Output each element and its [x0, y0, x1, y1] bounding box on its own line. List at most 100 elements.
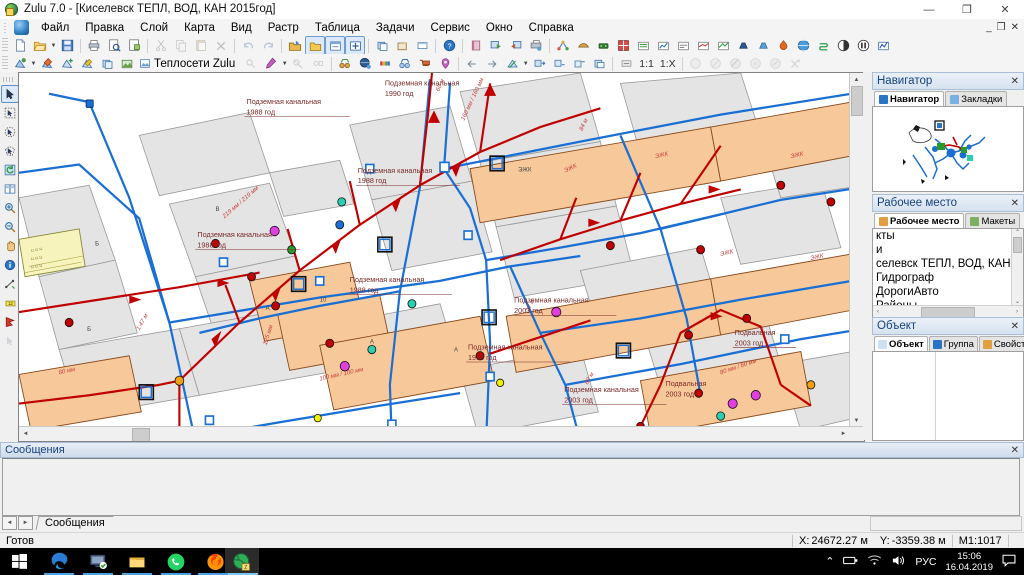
taskbar-explorer[interactable]	[118, 548, 156, 575]
edit-node-button[interactable]	[77, 54, 97, 73]
valve-green-button[interactable]	[593, 36, 613, 55]
menu-item-help[interactable]: Справка	[521, 20, 582, 36]
tab-group[interactable]: Группа	[928, 336, 978, 351]
binoculars-button[interactable]	[395, 54, 415, 73]
network-analysis-button[interactable]	[553, 36, 573, 55]
new-layout-button[interactable]	[392, 36, 412, 55]
save-button[interactable]	[57, 36, 77, 55]
messages-tab[interactable]: Сообщения	[35, 516, 114, 530]
workspace-scroll-up-button[interactable]: ⌃	[1012, 229, 1023, 236]
minimize-button[interactable]: —	[910, 0, 948, 19]
transparency-1-button[interactable]	[686, 54, 706, 73]
workspace-item-3[interactable]: Гидрограф	[873, 271, 1023, 285]
menu-item-tasks[interactable]: Задачи	[368, 20, 423, 36]
show-map-window-button[interactable]	[305, 36, 325, 55]
menu-item-edit[interactable]: Правка	[77, 20, 132, 36]
polygon-select-tool[interactable]	[1, 142, 19, 160]
map-horizontal-scrollbar[interactable]: ◄ ►	[19, 426, 864, 441]
messages-prev-button[interactable]: ◄	[2, 516, 17, 530]
workspace-item-1[interactable]: и	[873, 243, 1023, 257]
cut-button[interactable]	[151, 36, 171, 55]
menu-item-table[interactable]: Таблица	[307, 20, 368, 36]
app-logo-icon[interactable]	[14, 20, 29, 35]
workspace-scroll-left-button[interactable]: ‹	[873, 309, 883, 315]
graph-window-button[interactable]	[873, 36, 893, 55]
power-circle-button[interactable]	[833, 36, 853, 55]
add-object-button[interactable]	[10, 54, 30, 73]
taskbar-edge[interactable]	[40, 548, 78, 575]
help-button[interactable]: ?	[439, 36, 459, 55]
object-properties-grid[interactable]	[872, 351, 1024, 441]
start-button[interactable]	[0, 548, 38, 575]
pause-circle-button[interactable]	[853, 36, 873, 55]
new-document-button[interactable]	[10, 36, 30, 55]
map-scroll-left-button[interactable]: ◄	[19, 427, 32, 441]
workspace-item-2[interactable]: селевск ТЕПЛ, ВОД, КАН 2015год	[873, 257, 1023, 271]
map-hscroll-thumb[interactable]	[132, 427, 150, 441]
loop-button[interactable]	[813, 36, 833, 55]
zoom-in-tool[interactable]	[1, 199, 19, 217]
edit-object-button[interactable]	[37, 54, 57, 73]
thermal-flame-button[interactable]	[773, 36, 793, 55]
cut-link-button[interactable]	[288, 54, 308, 73]
mdi-minimize-button[interactable]: _	[986, 22, 992, 33]
show-legend-button[interactable]	[325, 36, 345, 55]
workspace-tree[interactable]: кты и селевск ТЕПЛ, ВОД, КАН 2015год Гид…	[872, 228, 1024, 318]
map-scroll-up-button[interactable]: ▲	[850, 73, 863, 86]
new-map-window-button[interactable]	[372, 36, 392, 55]
open-document-button[interactable]	[30, 36, 50, 55]
tab-navigator[interactable]: Навигатор	[874, 91, 945, 106]
object-close-icon[interactable]: ✕	[1011, 321, 1019, 332]
back-button[interactable]	[462, 54, 482, 73]
map-view[interactable]: 11 11 11 11 11 11 11 11 11 60 м 160 мм /…	[18, 72, 865, 442]
copy-button[interactable]	[171, 36, 191, 55]
add-object-dropdown-arrow-icon[interactable]: ▼	[30, 55, 37, 72]
messages-log-area[interactable]	[2, 458, 1020, 516]
toolbar-grip-file[interactable]	[2, 38, 8, 53]
pump-blue-button[interactable]	[753, 36, 773, 55]
balance-table-button[interactable]	[633, 36, 653, 55]
mdi-close-button[interactable]: ✕	[1011, 22, 1019, 33]
redo-button[interactable]	[258, 36, 278, 55]
find-object-button[interactable]	[335, 54, 355, 73]
color-legend-button[interactable]	[375, 54, 395, 73]
taskbar-whatsapp[interactable]	[157, 548, 195, 575]
rect-select-tool[interactable]	[1, 104, 19, 122]
export-data-button[interactable]	[486, 36, 506, 55]
zoom-out-tool[interactable]	[1, 218, 19, 236]
close-button[interactable]: ✕	[986, 0, 1024, 19]
workspace-vscroll-thumb[interactable]	[1013, 237, 1022, 253]
messages-next-button[interactable]: ►	[18, 516, 33, 530]
select-tool[interactable]	[1, 85, 19, 103]
menu-item-raster[interactable]: Растр	[260, 20, 307, 36]
zoom-history-button[interactable]	[502, 54, 522, 73]
pan-layer4-button[interactable]	[589, 54, 609, 73]
globe-search-button[interactable]	[355, 54, 375, 73]
map-scroll-right-button[interactable]: ►	[837, 427, 850, 441]
mdi-restore-button[interactable]: ❐	[997, 22, 1006, 33]
new-node-button[interactable]	[57, 54, 77, 73]
globe-network-button[interactable]	[793, 36, 813, 55]
tab-workspace[interactable]: Рабочее место	[874, 213, 965, 228]
import-data-button[interactable]	[506, 36, 526, 55]
page-setup-button[interactable]	[124, 36, 144, 55]
snap-star-button[interactable]	[786, 54, 806, 73]
label-tool[interactable]: 12	[1, 294, 19, 312]
map-canvas[interactable]: 11 11 11 11 11 11 11 11 11 60 м 160 мм /…	[19, 73, 864, 441]
forward-button[interactable]	[482, 54, 502, 73]
map-image-button[interactable]	[117, 54, 137, 73]
scale-1-1-label[interactable]: 1:1	[636, 58, 657, 70]
toolbar-grip-edit[interactable]	[2, 56, 8, 71]
pan-layer-button[interactable]	[529, 54, 549, 73]
transparency-3-button[interactable]	[726, 54, 746, 73]
menu-item-view[interactable]: Вид	[223, 20, 260, 36]
report-book-button[interactable]	[466, 36, 486, 55]
messages-close-icon[interactable]: ✕	[1011, 445, 1019, 456]
piezo-graph-button[interactable]	[653, 36, 673, 55]
place-marker-button[interactable]	[435, 54, 455, 73]
cart-button[interactable]	[415, 54, 435, 73]
transparency-5-button[interactable]	[766, 54, 786, 73]
tray-wifi-icon[interactable]	[867, 554, 882, 569]
refresh-map-tool[interactable]	[1, 161, 19, 179]
print-preview-button[interactable]	[104, 36, 124, 55]
